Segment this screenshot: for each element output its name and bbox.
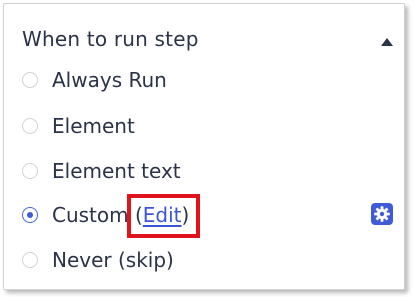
run-step-panel: When to run step Always Run Element Elem… (3, 3, 405, 290)
edit-close-paren: ) (181, 203, 190, 227)
custom-settings-button[interactable] (371, 203, 393, 225)
radio-element-text[interactable] (22, 163, 38, 179)
option-custom[interactable]: Custom (Edit) (22, 199, 392, 231)
section-header[interactable]: When to run step (22, 24, 394, 54)
radio-custom[interactable] (22, 207, 38, 223)
option-element[interactable]: Element (22, 110, 392, 142)
option-always-run[interactable]: Always Run (22, 64, 392, 96)
section-title: When to run step (22, 27, 199, 51)
radio-never-skip[interactable] (22, 252, 38, 268)
option-label: Custom (52, 203, 129, 227)
option-label: Element text (52, 159, 181, 183)
option-label-custom: Custom (Edit) (52, 199, 189, 231)
option-label: Element (52, 114, 135, 138)
radio-always-run[interactable] (22, 72, 38, 88)
triangle-up-icon[interactable] (380, 33, 394, 46)
radio-element[interactable] (22, 118, 38, 134)
gear-icon (374, 206, 390, 222)
option-never-skip[interactable]: Never (skip) (22, 244, 392, 276)
option-label: Never (skip) (52, 248, 174, 272)
edit-open-paren: ( (134, 203, 143, 227)
option-label: Always Run (52, 68, 167, 92)
edit-link[interactable]: Edit (143, 203, 182, 227)
option-element-text[interactable]: Element text (22, 155, 392, 187)
